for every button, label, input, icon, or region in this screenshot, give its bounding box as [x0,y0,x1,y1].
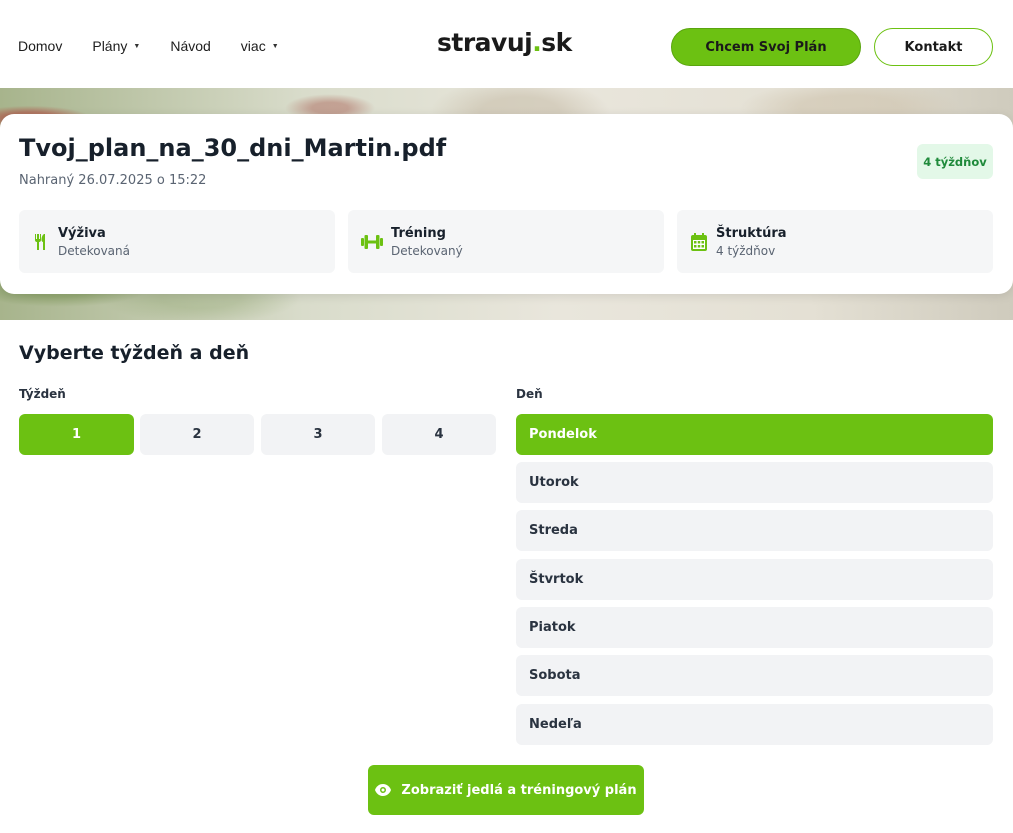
day-button-streda[interactable]: Streda [516,510,993,551]
info-title: Výživa [58,225,106,241]
panel-title: Vyberte týždeň a deň [19,342,250,364]
file-name: Tvoj_plan_na_30_dni_Martin.pdf [19,134,447,162]
info-title: Tréning [391,225,446,241]
info-training: Tréning Detekovaný [348,210,664,273]
nav-label: viac [240,38,266,54]
info-title: Štruktúra [716,225,787,241]
dumbbell-icon [361,233,383,251]
week-button-1[interactable]: 1 [19,414,134,455]
week-label: Týždeň [19,387,66,401]
info-nutrition: Výživa Detekovaná [19,210,335,273]
file-card: Tvoj_plan_na_30_dni_Martin.pdf Nahraný 2… [0,114,1013,294]
eye-icon [375,784,392,796]
day-button-sobota[interactable]: Sobota [516,655,993,696]
caret-down-icon: ▼ [133,42,141,50]
day-button-piatok[interactable]: Piatok [516,607,993,648]
nav-item-navod[interactable]: Návod [170,38,210,54]
calendar-icon [690,232,708,251]
caret-down-icon: ▼ [271,42,279,50]
show-plan-label: Zobraziť jedlá a tréningový plán [401,782,637,798]
info-sub: Detekovaná [58,243,130,258]
week-button-4[interactable]: 4 [382,414,496,455]
contact-button[interactable]: Kontakt [874,28,993,66]
day-button-stvrtok[interactable]: Štvrtok [516,559,993,600]
week-button-3[interactable]: 3 [261,414,375,455]
logo-text-tld: sk [541,28,572,57]
nav-label: Domov [18,38,63,54]
logo-text: stravuj [437,28,533,57]
info-sub: Detekovaný [391,243,463,258]
logo-dot: . [532,28,542,57]
logo[interactable]: stravuj.sk [437,28,572,57]
show-plan-button[interactable]: Zobraziť jedlá a tréningový plán [368,765,644,815]
day-label: Deň [516,387,543,401]
week-day-selector: Vyberte týždeň a deň Týždeň Deň 1 2 3 4 … [0,320,1013,833]
nav-item-viac[interactable]: viac ▼ [241,38,279,54]
day-button-utorok[interactable]: Utorok [516,462,993,503]
info-sub: 4 týždňov [716,243,776,258]
info-structure: Štruktúra 4 týždňov [677,210,993,273]
nav-label: Návod [170,38,211,54]
site-header: Domov Plány ▼ Návod viac ▼ stravuj.sk Ch… [0,0,1013,88]
week-button-2[interactable]: 2 [140,414,254,455]
day-button-pondelok[interactable]: Pondelok [516,414,993,455]
cta-plan-button[interactable]: Chcem Svoj Plán [671,28,861,66]
nav-item-domov[interactable]: Domov [18,38,62,54]
upload-date: Nahraný 26.07.2025 o 15:22 [19,173,207,188]
weeks-badge: 4 týždňov [917,144,993,179]
nav-label: Plány [92,38,128,54]
nav-item-plany[interactable]: Plány ▼ [92,38,140,54]
fork-knife-icon [32,233,50,251]
day-button-nedela[interactable]: Nedeľa [516,704,993,745]
main-nav: Domov Plány ▼ Návod viac ▼ [18,38,309,54]
